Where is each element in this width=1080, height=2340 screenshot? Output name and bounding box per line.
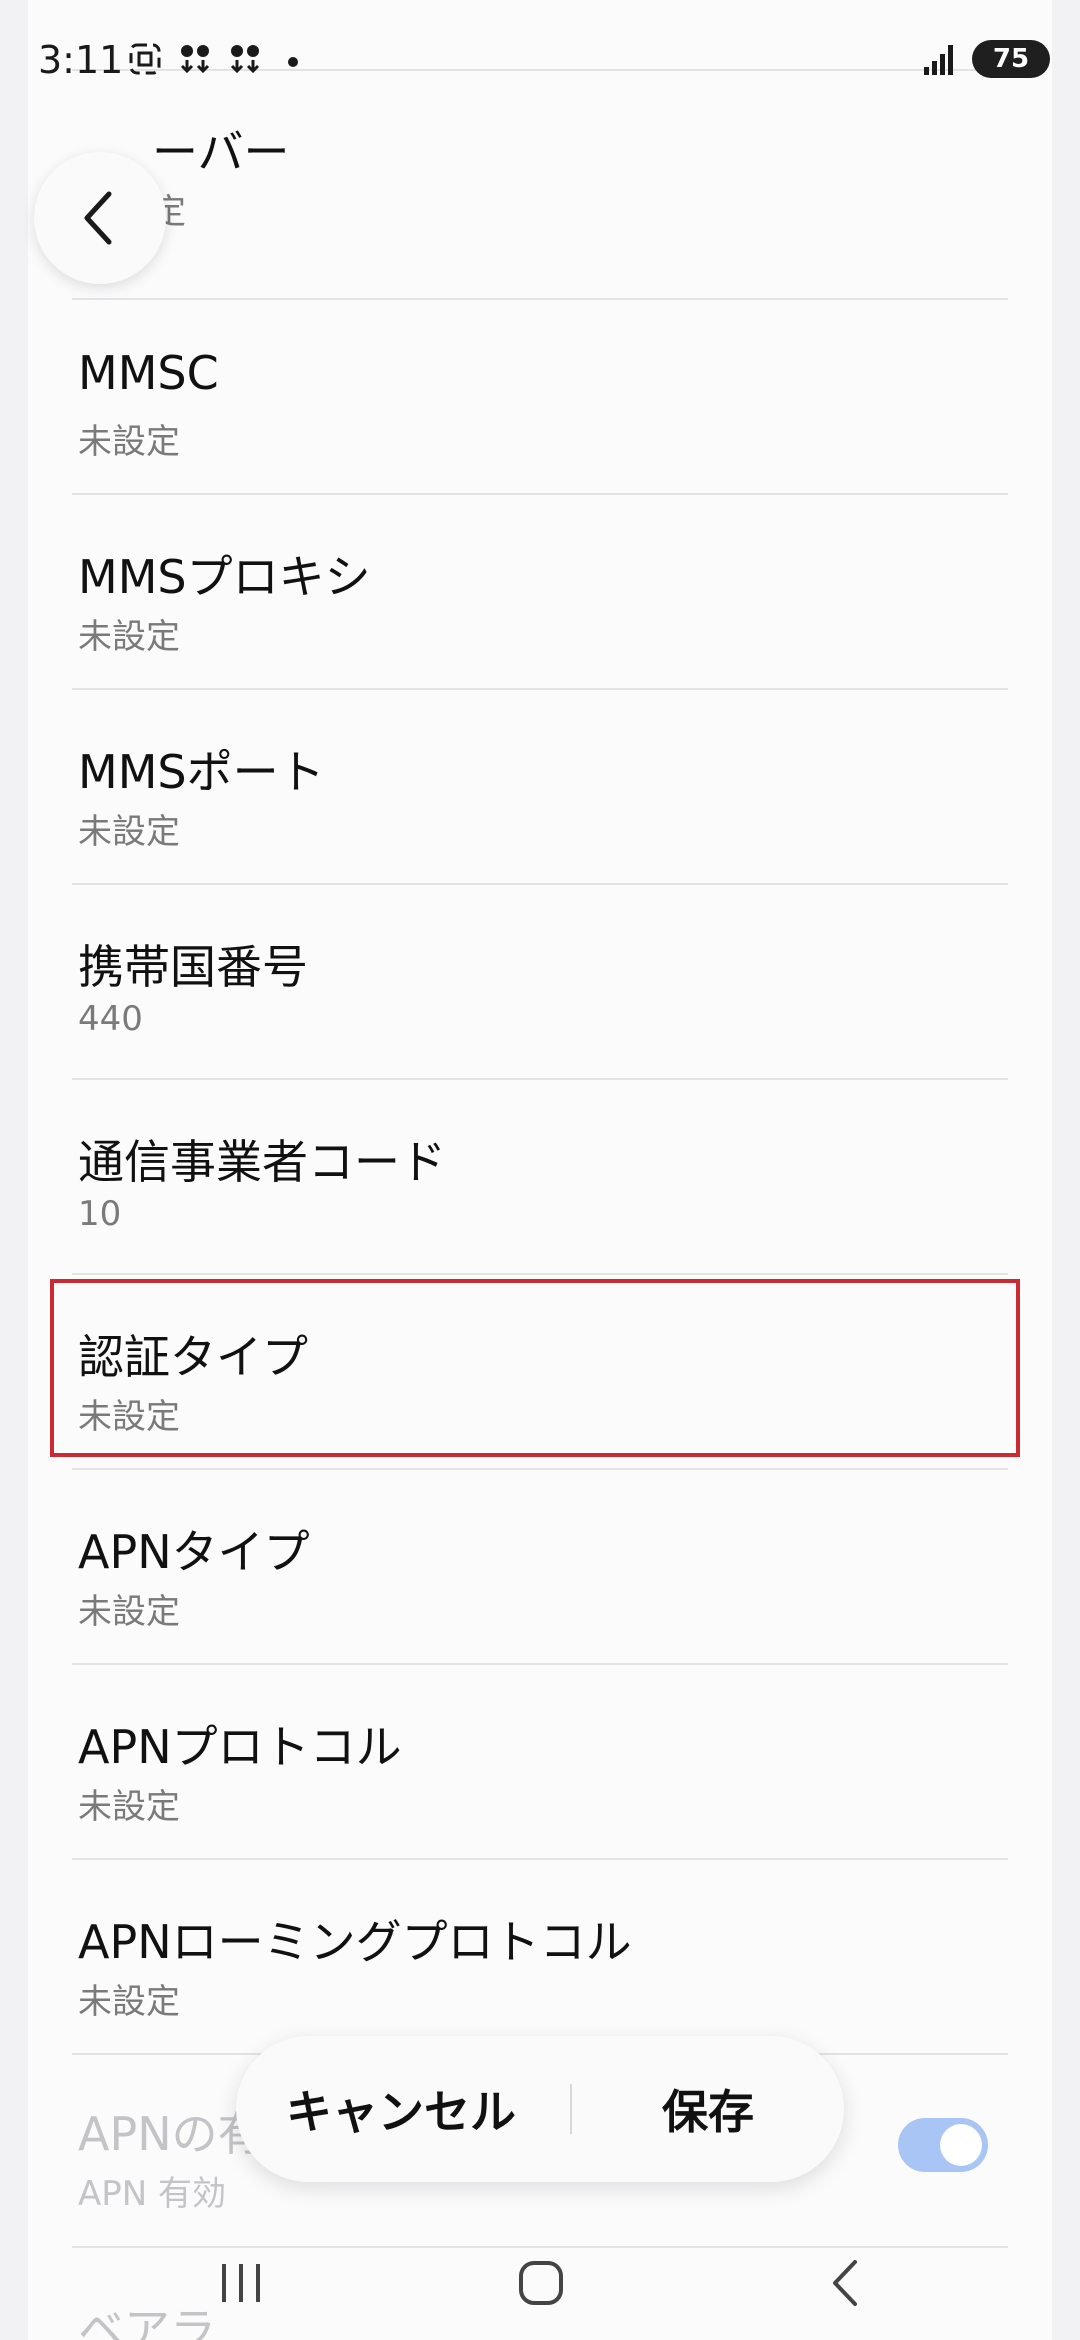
list-item-apn-roaming-protocol[interactable]: APNローミングプロトコル 未設定 bbox=[72, 1860, 1008, 2055]
screenshot-icon bbox=[128, 42, 162, 81]
list-item-title: APNプロトコル bbox=[78, 1720, 402, 1774]
list-item-title: APNタイプ bbox=[78, 1525, 310, 1579]
list-item-mnc[interactable]: 通信事業者コード 10 bbox=[72, 1080, 1008, 1275]
download-icon bbox=[228, 42, 262, 81]
notification-icons bbox=[128, 42, 298, 81]
list-item-title: MMSポート bbox=[78, 745, 325, 799]
list-item-value: APN 有効 bbox=[78, 2174, 227, 2214]
status-time: 3:11 bbox=[38, 38, 124, 82]
list-item-title: MMSプロキシ bbox=[78, 550, 371, 604]
list-item-value: 未設定 bbox=[78, 422, 180, 462]
list-item-title: 通信事業者コード bbox=[78, 1135, 446, 1189]
list-item-value: 440 bbox=[78, 999, 143, 1039]
list-item-value: 未設定 bbox=[78, 1787, 180, 1827]
list-item-value: 未設定 bbox=[78, 1982, 180, 2022]
list-item-title: APNローミングプロトコル bbox=[78, 1915, 632, 1969]
highlight-auth-type bbox=[50, 1279, 1020, 1457]
list-item-mms-proxy[interactable]: MMSプロキシ 未設定 bbox=[72, 495, 1008, 690]
save-button[interactable]: 保存 bbox=[572, 2036, 844, 2182]
toggle-knob bbox=[940, 2124, 982, 2166]
list-item-apn-protocol[interactable]: APNプロトコル 未設定 bbox=[72, 1665, 1008, 1860]
back-button[interactable] bbox=[34, 152, 166, 284]
battery-indicator: 75 bbox=[972, 40, 1050, 78]
action-bar: キャンセル 保存 bbox=[236, 2036, 844, 2182]
back-icon bbox=[833, 2260, 857, 2306]
home-button[interactable] bbox=[496, 2248, 586, 2318]
list-item-mms-port[interactable]: MMSポート 未設定 bbox=[72, 690, 1008, 885]
apn-settings-list: ーバー 定 MMSC 未設定 MMSプロキシ 未設定 MMSポート 未設定 携帯… bbox=[28, 0, 1052, 2340]
apn-enable-toggle[interactable] bbox=[898, 2118, 988, 2172]
status-bar: 3:11 75 bbox=[0, 0, 1080, 110]
home-icon bbox=[519, 2261, 563, 2305]
recents-button[interactable] bbox=[196, 2248, 286, 2318]
more-notifications-dot bbox=[288, 56, 298, 67]
system-icons: 75 bbox=[922, 40, 1050, 78]
list-item-apn-type[interactable]: APNタイプ 未設定 bbox=[72, 1470, 1008, 1665]
list-item-value: 未設定 bbox=[78, 1592, 180, 1632]
list-item-title: 携帯国番号 bbox=[78, 940, 308, 994]
list-item-value: 未設定 bbox=[78, 812, 180, 852]
list-item-value: 未設定 bbox=[78, 617, 180, 657]
list-item-mcc[interactable]: 携帯国番号 440 bbox=[72, 885, 1008, 1080]
download-icon bbox=[178, 42, 212, 81]
recents-icon bbox=[222, 2264, 260, 2302]
nav-back-button[interactable] bbox=[800, 2248, 890, 2318]
chevron-left-icon bbox=[84, 191, 112, 245]
list-item-value: 10 bbox=[78, 1194, 122, 1234]
navigation-bar bbox=[0, 2230, 1080, 2340]
list-item-title: ーバー bbox=[152, 125, 290, 179]
list-item-mmsc[interactable]: MMSC 未設定 bbox=[72, 300, 1008, 495]
signal-icon bbox=[924, 45, 953, 75]
apn-edit-screen: ーバー 定 MMSC 未設定 MMSプロキシ 未設定 MMSポート 未設定 携帯… bbox=[0, 0, 1080, 2340]
cancel-button[interactable]: キャンセル bbox=[236, 2036, 566, 2182]
list-item-title: MMSC bbox=[78, 346, 219, 400]
